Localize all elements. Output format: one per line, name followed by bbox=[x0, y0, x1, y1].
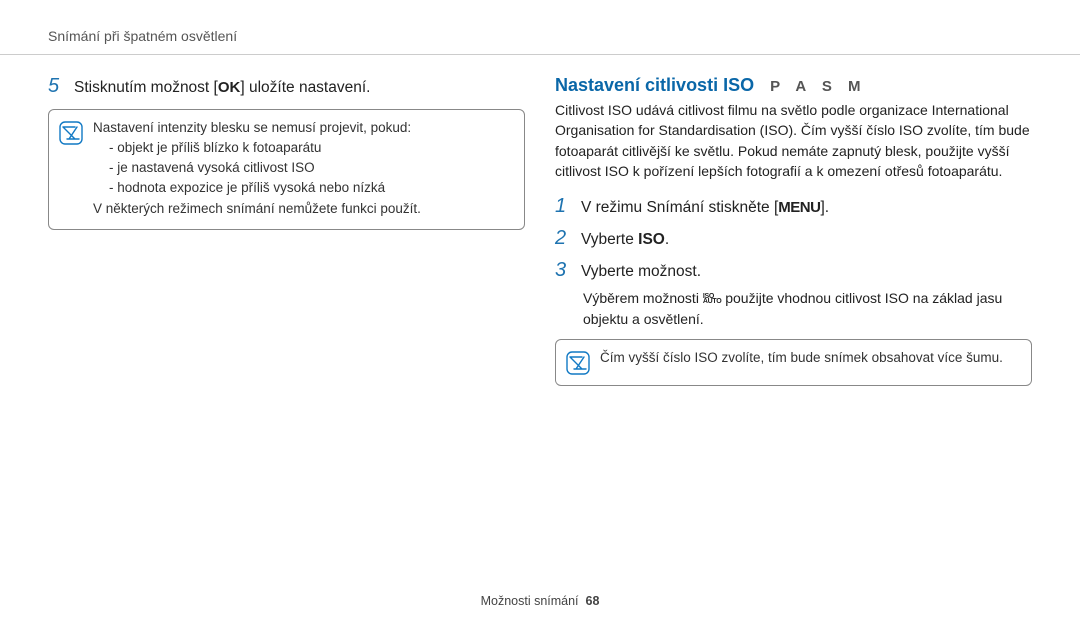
footer-page-number: 68 bbox=[586, 594, 600, 608]
note-line1: Nastavení intenzity blesku se nemusí pro… bbox=[93, 118, 421, 138]
step-2-text: Vyberte ISO. bbox=[581, 227, 669, 251]
iso-auto-bot: AUTO bbox=[703, 298, 722, 305]
step-1-text: V režimu Snímání stiskněte [MENU]. bbox=[581, 195, 829, 219]
step-3: 3 Vyberte možnost. bbox=[555, 259, 1032, 283]
step-1-after: ]. bbox=[820, 199, 829, 216]
note-line2: V některých režimech snímání nemůžete fu… bbox=[93, 199, 421, 219]
note-box-flash: Nastavení intenzity blesku se nemusí pro… bbox=[48, 109, 525, 230]
intro-paragraph: Citlivost ISO udává citlivost filmu na s… bbox=[555, 100, 1032, 181]
menu-icon: MENU bbox=[778, 197, 820, 218]
step-5-text-before: Stisknutím možnost [ bbox=[74, 79, 218, 96]
note-content: Nastavení intenzity blesku se nemusí pro… bbox=[93, 118, 421, 219]
step-5-text-after: ] uložíte nastavení. bbox=[240, 79, 370, 96]
step-2-bold: ISO bbox=[638, 231, 665, 248]
step-5-text: Stisknutím možnost [OK] uložíte nastaven… bbox=[74, 75, 370, 99]
step-1-before: V režimu Snímání stiskněte [ bbox=[581, 199, 778, 216]
note-icon bbox=[566, 351, 590, 375]
step-number: 5 bbox=[48, 75, 64, 98]
note-bullet-1: objekt je příliš blízko k fotoaparátu bbox=[109, 138, 421, 158]
note-bullet-2: je nastavená vysoká citlivost ISO bbox=[109, 158, 421, 178]
right-column: Nastavení citlivosti ISO P A S M Citlivo… bbox=[555, 75, 1032, 386]
step-2: 2 Vyberte ISO. bbox=[555, 227, 1032, 251]
substep-before: Výběrem možnosti bbox=[583, 290, 703, 306]
section-title-row: Nastavení citlivosti ISO P A S M bbox=[555, 75, 1032, 96]
page-header: Snímání při špatném osvětlení bbox=[0, 0, 1080, 55]
page-header-title: Snímání při špatném osvětlení bbox=[48, 28, 237, 44]
section-title: Nastavení citlivosti ISO bbox=[555, 75, 754, 96]
step-2-before: Vyberte bbox=[581, 231, 638, 248]
step-number: 2 bbox=[555, 227, 571, 250]
footer-section: Možnosti snímání bbox=[481, 594, 579, 608]
step-5: 5 Stisknutím možnost [OK] uložíte nastav… bbox=[48, 75, 525, 99]
step-number: 3 bbox=[555, 259, 571, 282]
step-3-substep: Výběrem možnosti ISOAUTO použijte vhodno… bbox=[555, 288, 1032, 329]
step-1: 1 V režimu Snímání stiskněte [MENU]. bbox=[555, 195, 1032, 219]
mode-letters: P A S M bbox=[770, 78, 866, 95]
ok-icon: OK bbox=[218, 77, 241, 98]
content-columns: 5 Stisknutím možnost [OK] uložíte nastav… bbox=[0, 55, 1080, 386]
note-box-iso: Čím vyšší číslo ISO zvolíte, tím bude sn… bbox=[555, 339, 1032, 386]
iso-auto-icon: ISOAUTO bbox=[703, 294, 722, 304]
note-icon bbox=[59, 121, 83, 145]
step-2-after: . bbox=[665, 231, 669, 248]
left-column: 5 Stisknutím možnost [OK] uložíte nastav… bbox=[48, 75, 525, 386]
page-footer: Možnosti snímání 68 bbox=[0, 594, 1080, 608]
step-3-text: Vyberte možnost. bbox=[581, 259, 701, 283]
note-content-iso: Čím vyšší číslo ISO zvolíte, tím bude sn… bbox=[600, 348, 1003, 368]
note-bullets: objekt je příliš blízko k fotoaparátu je… bbox=[93, 138, 421, 199]
note-bullet-3: hodnota expozice je příliš vysoká nebo n… bbox=[109, 178, 421, 198]
step-number: 1 bbox=[555, 195, 571, 218]
